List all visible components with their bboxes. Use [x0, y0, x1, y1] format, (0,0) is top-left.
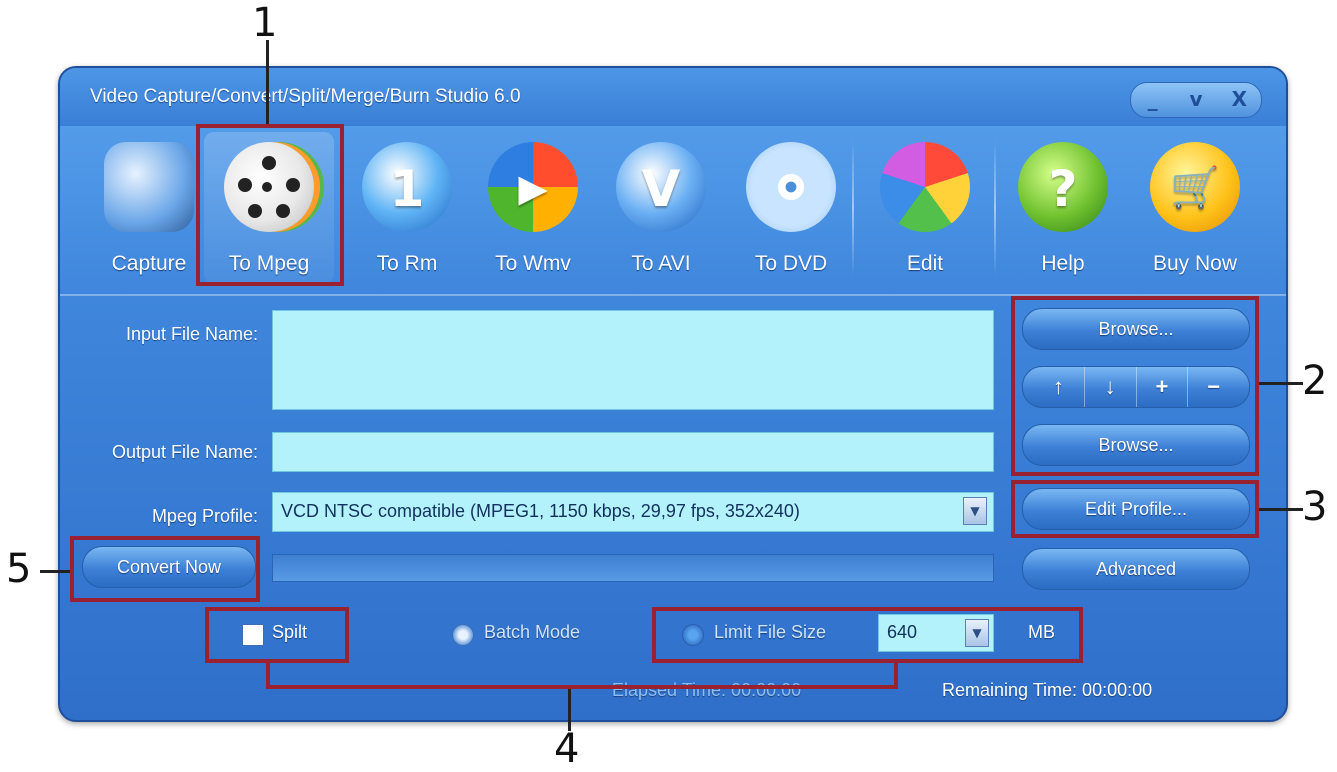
toolbar-label: To Rm	[376, 252, 438, 275]
close-button[interactable]: X	[1218, 83, 1261, 117]
callout-box-5	[70, 536, 260, 602]
callout-box-2	[1011, 296, 1259, 476]
progress-bar	[272, 554, 994, 582]
callout-box-4b	[652, 607, 1083, 663]
dvd-disc-icon	[746, 142, 836, 232]
callout-number-2: 2	[1302, 358, 1328, 404]
mpeg-profile-label: Mpeg Profile:	[151, 506, 258, 526]
toolbar-separator	[852, 140, 854, 276]
callout-box-4a	[205, 607, 349, 663]
toolbar-to-avi[interactable]: V To AVI	[596, 132, 726, 284]
output-file-label: Output File Name:	[111, 442, 258, 462]
palette-icon	[880, 142, 970, 232]
toolbar-help[interactable]: ? Help	[998, 132, 1128, 284]
callout-number-5: 5	[6, 546, 32, 592]
toolbar-buy-now[interactable]: 🛒 Buy Now	[1130, 132, 1260, 284]
window-title: Video Capture/Convert/Split/Merge/Burn S…	[90, 86, 521, 107]
shopping-cart-icon: 🛒	[1150, 142, 1240, 232]
toolbar-edit[interactable]: Edit	[860, 132, 990, 284]
callout-number-3: 3	[1302, 484, 1328, 530]
batch-mode-label: Batch Mode	[484, 622, 581, 642]
elapsed-time: Elapsed Time: 00:00:00	[612, 680, 802, 700]
remaining-time: Remaining Time: 00:00:00	[942, 680, 1153, 700]
callout-number-1: 1	[252, 0, 278, 46]
callout-box-3	[1011, 480, 1259, 538]
callout-line-2	[1259, 382, 1303, 385]
toolbar-separator	[994, 140, 996, 276]
avi-icon: V	[616, 142, 706, 232]
toolbar-capture[interactable]: Capture	[84, 132, 214, 284]
toolbar-to-wmv[interactable]: ▶ To Wmv	[468, 132, 598, 284]
toolbar-label: Edit	[906, 252, 944, 275]
callout-line-4	[266, 685, 898, 689]
toolbar-label: Capture	[111, 252, 187, 275]
callout-line-4	[266, 663, 270, 687]
realmedia-icon: 1	[362, 142, 452, 232]
input-file-label: Input File Name:	[125, 324, 258, 344]
callout-line-4	[894, 663, 898, 687]
output-file-field[interactable]	[272, 432, 994, 472]
input-file-list[interactable]	[272, 310, 994, 410]
callout-box-1	[196, 124, 344, 286]
advanced-button[interactable]: Advanced	[1022, 548, 1250, 590]
mpeg-profile-value: VCD NTSC compatible (MPEG1, 1150 kbps, 2…	[281, 501, 800, 521]
title-bar[interactable]: Video Capture/Convert/Split/Merge/Burn S…	[60, 68, 1286, 126]
callout-number-4: 4	[554, 726, 580, 772]
callout-line-1	[266, 40, 269, 124]
minimize-button[interactable]: _	[1131, 83, 1174, 117]
callout-line-4	[568, 689, 571, 731]
toolbar-label: Help	[1041, 252, 1085, 275]
toolbar-label: Buy Now	[1152, 252, 1238, 275]
callout-line-5	[40, 570, 70, 573]
toolbar-to-dvd[interactable]: To DVD	[726, 132, 856, 284]
camera-icon	[104, 142, 194, 232]
toolbar-to-rm[interactable]: 1 To Rm	[342, 132, 472, 284]
help-icon: ?	[1018, 142, 1108, 232]
toolbar-label: To Wmv	[495, 252, 571, 275]
mpeg-profile-select[interactable]: VCD NTSC compatible (MPEG1, 1150 kbps, 2…	[272, 492, 994, 532]
batch-mode-radio[interactable]	[452, 624, 474, 646]
callout-line-3	[1259, 508, 1303, 511]
chevron-down-icon[interactable]: ▼	[963, 497, 987, 525]
window-controls: _ v X	[1130, 82, 1262, 118]
toolbar-label: To DVD	[754, 252, 828, 275]
windows-media-icon: ▶	[488, 142, 578, 232]
toolbar-label: To AVI	[631, 252, 691, 275]
menu-dropdown-button[interactable]: v	[1174, 83, 1217, 117]
